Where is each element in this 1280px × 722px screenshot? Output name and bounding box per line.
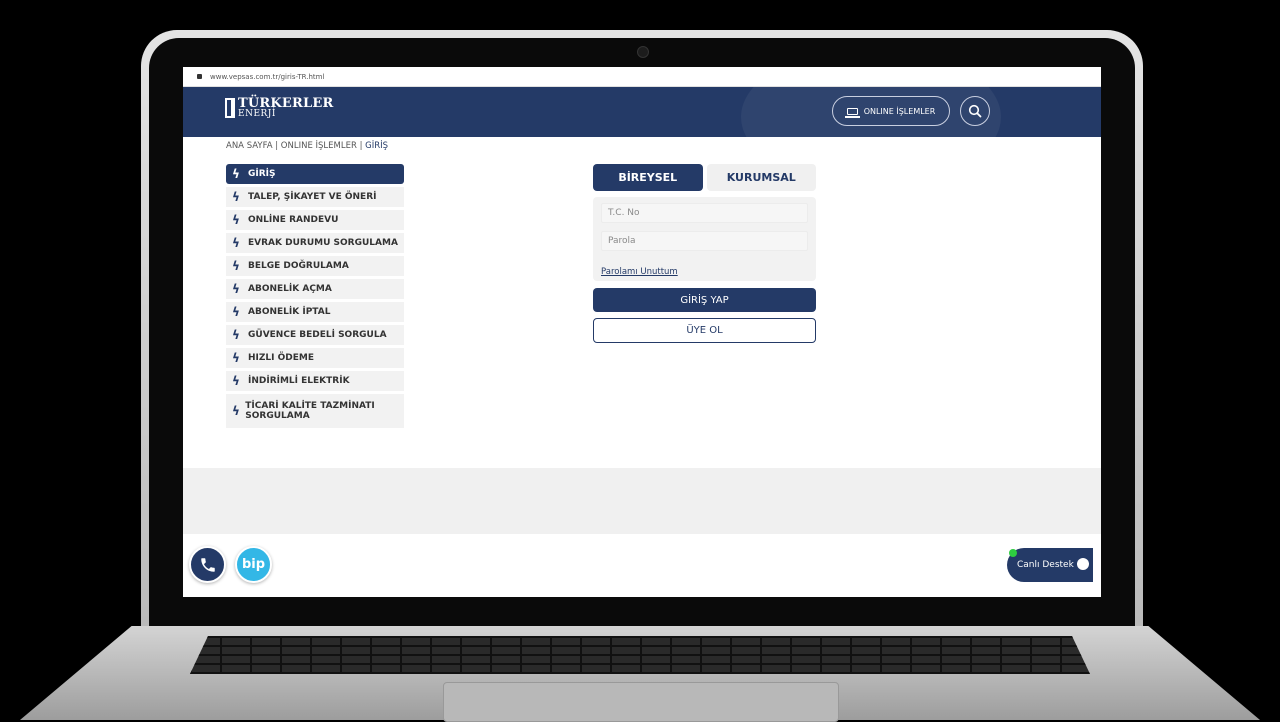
breadcrumb-separator: | <box>356 141 366 151</box>
url-text: www.vepsas.com.tr/giris-TR.html <box>210 72 325 81</box>
breadcrumb: ANA SAYFA | ONLINE İŞLEMLER | GİRİŞ <box>226 141 388 151</box>
address-bar[interactable]: www.vepsas.com.tr/giris-TR.html <box>183 67 1101 87</box>
footer-strip <box>183 534 1101 597</box>
lightning-icon: ϟ <box>232 305 240 319</box>
logo-mark-icon <box>225 98 235 118</box>
sidebar-item-giris[interactable]: ϟ GİRİŞ <box>226 164 404 184</box>
login-type-tabs: BİREYSEL KURUMSAL <box>593 164 816 191</box>
laptop-keyboard <box>190 636 1090 674</box>
breadcrumb-current: GİRİŞ <box>365 141 389 151</box>
sidebar-item-ticari-kalite[interactable]: ϟ TİCARİ KALİTE TAZMİNATI SORGULAMA <box>226 394 404 428</box>
lightning-icon: ϟ <box>232 236 240 250</box>
sidebar-item-label: ABONELİK AÇMA <box>248 284 332 294</box>
browser-screen: www.vepsas.com.tr/giris-TR.html TÜRKERLE… <box>183 67 1101 597</box>
bip-label: bip <box>241 557 266 572</box>
lightning-icon: ϟ <box>232 190 240 204</box>
login-button[interactable]: GİRİŞ YAP <box>593 288 816 312</box>
sidebar-item-label: ABONELİK İPTAL <box>248 307 331 317</box>
breadcrumb-online[interactable]: ONLINE İŞLEMLER <box>281 141 357 151</box>
sidebar-item-label: TALEP, ŞİKAYET VE ÖNERİ <box>248 192 377 202</box>
sidebar-item-label: GÜVENCE BEDELİ SORGULA <box>248 330 387 340</box>
lightning-icon: ϟ <box>232 328 240 342</box>
lightning-icon: ϟ <box>232 259 240 273</box>
lightning-icon: ϟ <box>232 282 240 296</box>
sidebar-menu: ϟ GİRİŞ ϟ TALEP, ŞİKAYET VE ÖNERİ ϟ ONLİNE … <box>226 164 404 431</box>
bip-button[interactable]: bip <box>235 546 272 583</box>
logo-line-2: ENERJİ <box>238 109 276 119</box>
search-icon <box>968 104 982 118</box>
lightning-icon: ϟ <box>232 213 240 227</box>
tc-no-input[interactable]: T.C. No <box>601 203 808 223</box>
tab-kurumsal[interactable]: KURUMSAL <box>706 164 816 191</box>
sidebar-item-label: EVRAK DURUMU SORGULAMA <box>248 238 398 248</box>
sidebar-item-guvence[interactable]: ϟ GÜVENCE BEDELİ SORGULA <box>226 325 404 345</box>
sidebar-item-label: BELGE DOĞRULAMA <box>248 261 349 271</box>
lock-icon <box>197 74 202 79</box>
login-form: T.C. No Parola Parolamı Unuttum <box>593 197 816 281</box>
sidebar-item-evrak[interactable]: ϟ EVRAK DURUMU SORGULAMA <box>226 233 404 253</box>
breadcrumb-home[interactable]: ANA SAYFA <box>226 141 273 151</box>
breadcrumb-separator: | <box>272 141 281 151</box>
sidebar-item-abonelik-acma[interactable]: ϟ ABONELİK AÇMA <box>226 279 404 299</box>
online-transactions-label: ONLINE İŞLEMLER <box>863 106 936 116</box>
site-logo[interactable]: TÜRKERLER ENERJİ <box>225 97 333 119</box>
sidebar-item-randevu[interactable]: ϟ ONLİNE RANDEVU <box>226 210 404 230</box>
lightning-icon: ϟ <box>232 167 240 181</box>
chat-bubble-icon <box>1077 558 1089 570</box>
lightning-icon: ϟ <box>232 404 240 418</box>
sidebar-item-indirimli[interactable]: ϟ İNDİRİMLİ ELEKTRİK <box>226 371 404 391</box>
sidebar-item-abonelik-iptal[interactable]: ϟ ABONELİK İPTAL <box>226 302 404 322</box>
webcam-icon <box>637 46 649 58</box>
sidebar-item-label: HIZLI ÖDEME <box>248 353 314 363</box>
forgot-password-link[interactable]: Parolamı Unuttum <box>601 267 678 277</box>
search-button[interactable] <box>960 96 990 126</box>
laptop-icon <box>844 107 860 118</box>
lightning-icon: ϟ <box>232 351 240 365</box>
call-button[interactable] <box>189 546 226 583</box>
live-support-label: Canlı Destek <box>1017 560 1074 570</box>
laptop-touchpad <box>443 682 839 722</box>
site-header: TÜRKERLER ENERJİ ONLINE İŞLEMLER <box>183 87 1101 137</box>
sidebar-item-label: TİCARİ KALİTE TAZMİNATI SORGULAMA <box>245 401 375 421</box>
password-input[interactable]: Parola <box>601 231 808 251</box>
footer-band <box>183 468 1101 534</box>
online-status-dot <box>1009 549 1017 557</box>
lightning-icon: ϟ <box>232 374 240 388</box>
live-support-button[interactable]: Canlı Destek <box>1007 548 1093 582</box>
sidebar-item-label: İNDİRİMLİ ELEKTRİK <box>248 376 350 386</box>
sidebar-item-label: GİRİŞ <box>248 169 276 179</box>
signup-button[interactable]: ÜYE OL <box>593 318 816 343</box>
tab-bireysel[interactable]: BİREYSEL <box>593 164 703 191</box>
online-transactions-button[interactable]: ONLINE İŞLEMLER <box>832 96 950 126</box>
phone-icon <box>200 557 215 572</box>
sidebar-item-talep[interactable]: ϟ TALEP, ŞİKAYET VE ÖNERİ <box>226 187 404 207</box>
sidebar-item-hizli-odeme[interactable]: ϟ HIZLI ÖDEME <box>226 348 404 368</box>
sidebar-item-belge[interactable]: ϟ BELGE DOĞRULAMA <box>226 256 404 276</box>
sidebar-item-label: ONLİNE RANDEVU <box>248 215 339 225</box>
